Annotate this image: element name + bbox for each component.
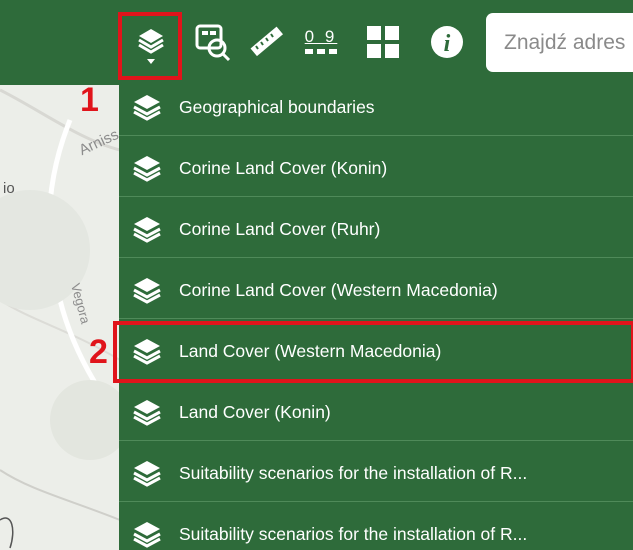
scale-icon: 0 9 — [304, 27, 338, 46]
info-icon: i — [431, 26, 463, 58]
layers-icon — [133, 217, 161, 243]
layer-item-label: Corine Land Cover (Western Macedonia) — [179, 279, 498, 300]
layer-item-suitability-scenarios-2[interactable]: Suitability scenarios for the installati… — [119, 506, 633, 550]
layers-icon — [133, 400, 161, 426]
measure-ruler-icon — [250, 26, 284, 57]
layer-item-label: Land Cover (Konin) — [179, 401, 331, 422]
callout-number-2: 2 — [89, 333, 108, 371]
callout-number-1: 1 — [80, 81, 99, 119]
scale-button[interactable]: 0 9 — [298, 16, 344, 68]
layer-item-land-cover-konin[interactable]: Land Cover (Konin) — [119, 384, 633, 441]
highlight-box-layers-button — [118, 12, 182, 80]
layer-item-corine-ruhr[interactable]: Corine Land Cover (Ruhr) — [119, 201, 633, 258]
measure-button[interactable] — [243, 16, 289, 68]
layers-icon — [133, 461, 161, 487]
top-toolbar: 0 9 i — [0, 0, 633, 85]
info-button[interactable]: i — [424, 16, 470, 68]
layer-item-label: Suitability scenarios for the installati… — [179, 462, 528, 483]
layer-item-label: Corine Land Cover (Konin) — [179, 157, 388, 178]
svg-text:i: i — [444, 31, 451, 57]
layers-icon — [133, 156, 161, 182]
highlight-box-land-cover-item — [113, 321, 633, 383]
legend-button[interactable] — [190, 16, 236, 68]
layer-item-suitability-scenarios-1[interactable]: Suitability scenarios for the installati… — [119, 445, 633, 502]
layer-item-corine-konin[interactable]: Corine Land Cover (Konin) — [119, 140, 633, 197]
layers-dropdown: Geographical boundaries Corine Land Cove… — [119, 79, 633, 550]
layer-item-label: Suitability scenarios for the installati… — [179, 523, 528, 544]
scale-bar-icon — [305, 49, 337, 54]
layer-item-geographical-boundaries[interactable]: Geographical boundaries — [119, 79, 633, 136]
layers-icon — [133, 522, 161, 548]
layers-icon — [133, 278, 161, 304]
map-place-label: io — [3, 180, 15, 197]
basemap-grid-icon — [367, 26, 399, 58]
layer-item-label: Corine Land Cover (Ruhr) — [179, 218, 381, 239]
map-legend-icon — [195, 24, 231, 62]
layer-item-label: Geographical boundaries — [179, 96, 375, 117]
basemap-button[interactable] — [360, 16, 406, 68]
layers-icon — [133, 95, 161, 121]
address-search-input[interactable] — [486, 13, 633, 72]
layer-item-corine-western-macedonia[interactable]: Corine Land Cover (Western Macedonia) — [119, 262, 633, 319]
